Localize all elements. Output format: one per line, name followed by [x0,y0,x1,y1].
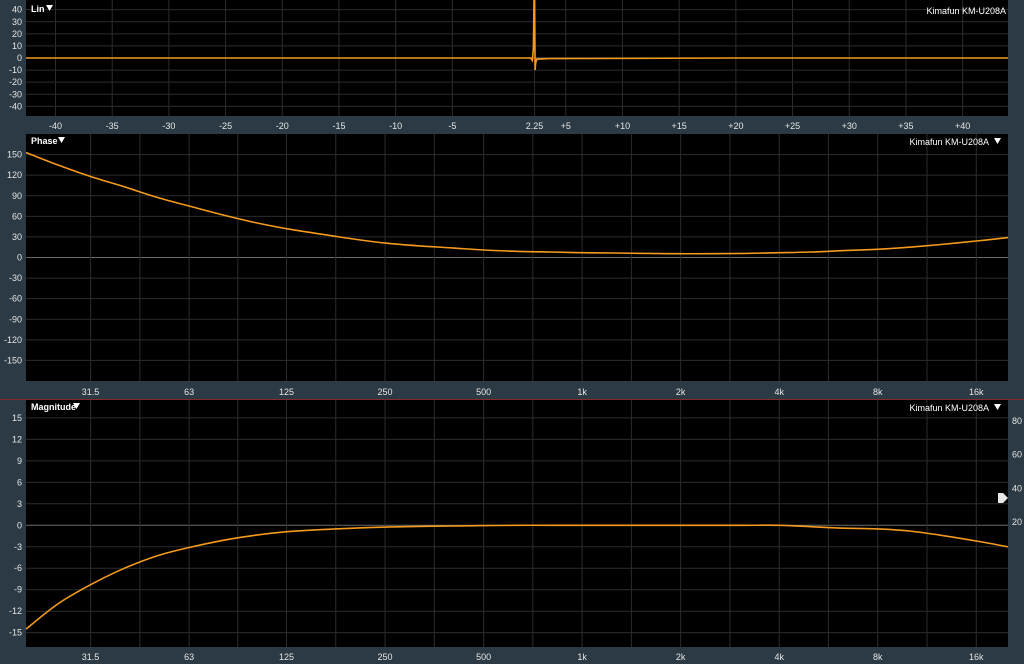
phase-device-menu[interactable]: Kimafun KM-U208A [909,137,1001,147]
magnitude-ytick-label: -15 [9,628,22,638]
impulse-xtick-label: -10 [389,121,402,131]
impulse-ytick-label: 40 [12,5,22,15]
phase-device-label[interactable]: Kimafun KM-U208A [909,137,989,147]
magnitude-title-menu[interactable]: Magnitude [31,402,80,412]
magnitude-right-tick-label: 20 [1012,517,1022,527]
phase-xtick-label: 1k [577,387,587,397]
phase-ytick-label: 0 [17,253,22,263]
magnitude-right-tick-label: 60 [1012,450,1022,460]
magnitude-title[interactable]: Magnitude [31,402,76,412]
impulse-x-axis: -40 -35 -30 -25 -20 -15 -10 -5 2.25 +5 +10 +15 +20 +2… [49,121,970,131]
phase-panel: -150 -120 -90 -60 -30 0 30 60 90 120 150 31.5 63 125… [4,134,1009,397]
impulse-xtick-label: +30 [842,121,857,131]
impulse-ytick-label: -40 [9,101,22,111]
phase-xtick-label: 250 [378,387,393,397]
phase-x-axis: 31.5 63 125 250 500 1k 2k 4k 8k 16k [82,387,984,397]
impulse-ytick-label: 20 [12,29,22,39]
impulse-xtick-label: +35 [898,121,913,131]
magnitude-ytick-label: 9 [17,456,22,466]
phase-ytick-label: 120 [7,170,22,180]
magnitude-ytick-label: -9 [14,585,22,595]
phase-ytick-label: -120 [4,335,22,345]
phase-ytick-label: -150 [4,355,22,365]
phase-ytick-label: -30 [9,273,22,283]
magnitude-ytick-label: 0 [17,520,22,530]
magnitude-ytick-label: -3 [14,542,22,552]
magnitude-right-tick-label: 80 [1012,416,1022,426]
impulse-xtick-label: -15 [332,121,345,131]
impulse-xtick-label: +20 [728,121,743,131]
impulse-xtick-label: -20 [276,121,289,131]
impulse-ytick-label: -20 [9,77,22,87]
impulse-xtick-label: 2.25 [526,121,544,131]
impulse-xtick-label: +5 [561,121,571,131]
impulse-ytick-label: 0 [17,53,22,63]
magnitude-panel: -15 -12 -9 -6 -3 0 3 6 9 12 15 20 40 60 80 31.5 63 125 2… [9,400,1022,662]
impulse-xtick-label: +15 [672,121,687,131]
phase-ytick-label: -90 [9,314,22,324]
phase-xtick-label: 16k [969,387,984,397]
magnitude-plot-area [26,400,1008,647]
magnitude-y-axis: -15 -12 -9 -6 -3 0 3 6 9 12 15 [9,413,22,638]
impulse-xtick-label: -25 [219,121,232,131]
phase-ytick-label: 150 [7,150,22,160]
magnitude-x-axis: 31.5 63 125 250 500 1k 2k 4k 8k 16k [82,652,984,662]
impulse-xtick-label: +10 [615,121,630,131]
magnitude-device-label[interactable]: Kimafun KM-U208A [909,403,989,413]
impulse-ytick-label: 30 [12,17,22,27]
magnitude-right-tick-label: 40 [1012,483,1022,493]
phase-xtick-label: 2k [676,387,686,397]
phase-xtick-label: 500 [476,387,491,397]
impulse-xtick-label: -30 [162,121,175,131]
impulse-device-label: Kimafun KM-U208A [926,6,1006,16]
magnitude-ytick-label: 12 [12,434,22,444]
impulse-ytick-label: -30 [9,89,22,99]
measurement-analyzer: -40-30-20-10010203040 -40 -35 -30 -25 -20 -15… [0,0,1024,662]
magnitude-xtick-label: 63 [184,652,194,662]
phase-title[interactable]: Phase [31,136,58,146]
magnitude-ytick-label: 3 [17,499,22,509]
magnitude-ytick-label: 6 [17,477,22,487]
impulse-xtick-label: +40 [955,121,970,131]
phase-xtick-label: 31.5 [82,387,100,397]
magnitude-device-menu[interactable]: Kimafun KM-U208A [909,403,1001,413]
phase-ytick-label: 90 [12,191,22,201]
magnitude-xtick-label: 4k [774,652,784,662]
phase-xtick-label: 4k [774,387,784,397]
magnitude-ytick-label: -6 [14,563,22,573]
magnitude-xtick-label: 8k [873,652,883,662]
magnitude-xtick-label: 16k [969,652,984,662]
magnitude-ytick-label: -12 [9,606,22,616]
impulse-ytick-label: -10 [9,65,22,75]
impulse-response-panel: -40 -30 -20 -10 0 10 20 30 40 -40 -35 -30 -25 -20 -15… [9,0,1008,131]
phase-y-axis: -150 -120 -90 -60 -30 0 30 60 90 120 150 [4,150,22,366]
phase-ytick-label: -60 [9,294,22,304]
magnitude-xtick-label: 1k [577,652,587,662]
phase-ytick-label: 30 [12,232,22,242]
impulse-title[interactable]: Lin [31,4,45,14]
impulse-ytick-label: 10 [12,41,22,51]
phase-xtick-label: 8k [873,387,883,397]
magnitude-xtick-label: 2k [676,652,686,662]
magnitude-ytick-label: 15 [12,413,22,423]
magnitude-xtick-label: 31.5 [82,652,100,662]
impulse-xtick-label: -5 [448,121,456,131]
impulse-xtick-label: -35 [106,121,119,131]
impulse-xtick-label: +25 [785,121,800,131]
phase-ytick-label: 60 [12,211,22,221]
phase-xtick-label: 125 [279,387,294,397]
magnitude-xtick-label: 125 [279,652,294,662]
impulse-y-axis: -40 -30 -20 -10 0 10 20 30 40 [9,5,22,112]
phase-xtick-label: 63 [184,387,194,397]
magnitude-xtick-label: 250 [378,652,393,662]
impulse-xtick-label: -40 [49,121,62,131]
magnitude-xtick-label: 500 [476,652,491,662]
magnitude-right-axis: 20 40 60 80 [1012,416,1022,527]
